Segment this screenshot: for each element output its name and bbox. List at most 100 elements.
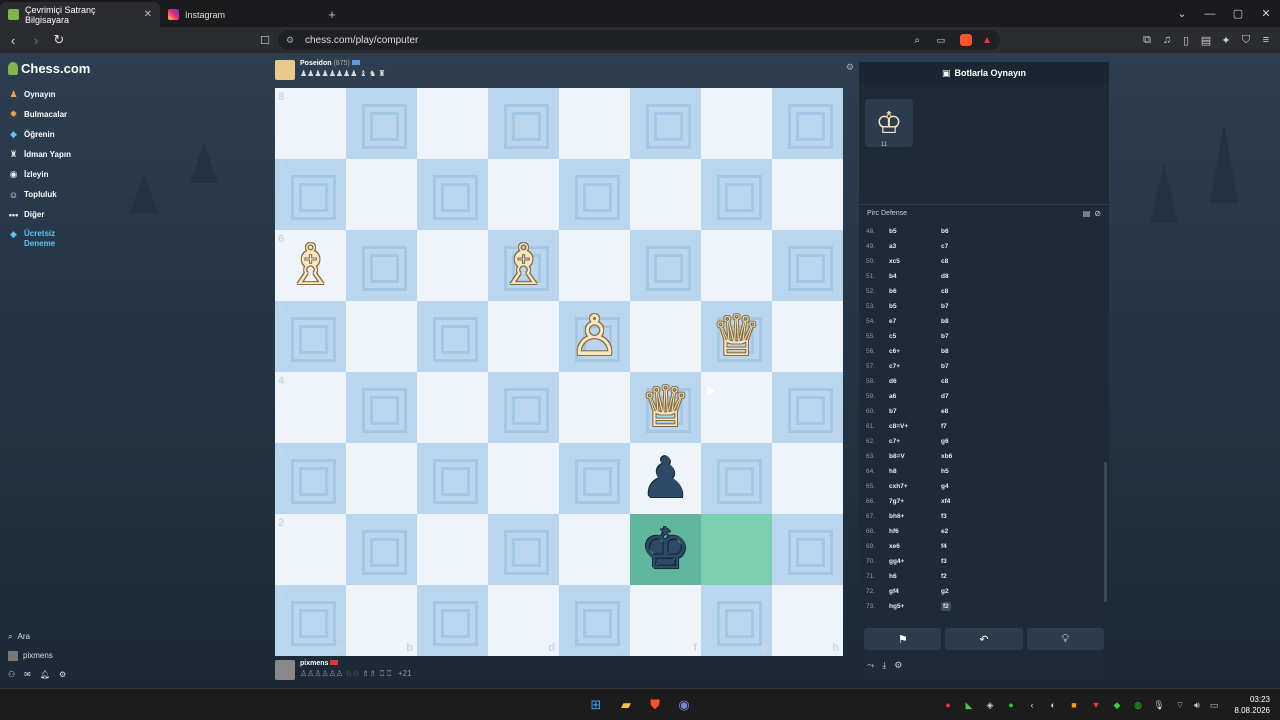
windows-start-icon[interactable]: ⊞ (587, 696, 605, 714)
white-move[interactable]: h8 (889, 468, 941, 475)
white-move[interactable]: gf4 (889, 588, 941, 595)
square-a4[interactable]: 4 (275, 372, 346, 443)
minimize-button[interactable]: — (1196, 0, 1224, 27)
square-d8[interactable] (488, 88, 559, 159)
square-c7[interactable] (417, 159, 488, 230)
sidebar-item-play[interactable]: ♟ Oynayın (8, 89, 55, 100)
black-move[interactable]: b7 (941, 303, 949, 310)
black-move[interactable]: d8 (941, 273, 949, 280)
tray-app-icon[interactable]: ● (1005, 699, 1017, 711)
square-h5[interactable] (772, 301, 843, 372)
black-move[interactable]: c8 (941, 258, 948, 265)
white-move[interactable]: hg5+ (889, 603, 941, 610)
sidebar-item-community[interactable]: ☺ Topluluk (8, 189, 57, 200)
square-h2[interactable] (772, 514, 843, 585)
black-move[interactable]: g4 (941, 483, 949, 490)
white-move[interactable]: d6 (889, 378, 941, 385)
square-a3[interactable]: 3 (275, 443, 346, 514)
opponent-avatar[interactable] (275, 60, 295, 80)
square-d5[interactable] (488, 301, 559, 372)
square-f6[interactable] (630, 230, 701, 301)
square-c5[interactable] (417, 301, 488, 372)
square-d7[interactable] (488, 159, 559, 230)
white-move[interactable]: 7g7+ (889, 498, 941, 505)
sidebar-item-learn[interactable]: ◆ Öğrenin (8, 129, 55, 140)
black-move[interactable]: b8 (941, 318, 949, 325)
sidebar-item-train[interactable]: ♜ İdman Yapın (8, 149, 71, 160)
discord-icon[interactable]: ◉ (675, 696, 693, 714)
settings-icon[interactable]: ⚙ (894, 660, 902, 671)
undo-button[interactable]: ↶ (945, 628, 1023, 650)
share-icon[interactable]: ⤳ (867, 660, 874, 671)
white-move[interactable]: b7 (889, 408, 941, 415)
square-b4[interactable] (346, 372, 417, 443)
square-g7[interactable] (701, 159, 772, 230)
square-f3[interactable]: ♟ (630, 443, 701, 514)
square-b6[interactable] (346, 230, 417, 301)
square-b5[interactable] (346, 301, 417, 372)
chess-piece[interactable]: ♕ (711, 308, 761, 365)
book-icon[interactable]: ▤ (1083, 209, 1091, 218)
bell-icon[interactable]: 🔔︎ (40, 670, 50, 679)
black-move[interactable]: b7 (941, 363, 949, 370)
sidebar-toggle-icon[interactable]: ▯ (1177, 31, 1195, 49)
white-move[interactable]: a3 (889, 243, 941, 250)
square-f8[interactable] (630, 88, 701, 159)
cast-icon[interactable]: ▭ (936, 35, 945, 46)
new-tab-button[interactable]: + (320, 2, 344, 27)
ai-icon[interactable]: ✦ (1217, 31, 1235, 49)
white-move[interactable]: c8=V+ (889, 423, 941, 430)
close-window-button[interactable]: ✕ (1252, 0, 1280, 27)
square-d3[interactable] (488, 443, 559, 514)
maximize-button[interactable]: ▢ (1224, 0, 1252, 27)
square-b8[interactable] (346, 88, 417, 159)
square-g6[interactable] (701, 230, 772, 301)
sidebar-item-puzzles[interactable]: ✹ Bulmacalar (8, 109, 67, 120)
tray-app-icon[interactable]: ◍ (1132, 699, 1144, 711)
black-move[interactable]: c7 (941, 243, 948, 250)
square-a5[interactable]: 5 (275, 301, 346, 372)
chess-piece[interactable]: ♗ (498, 237, 548, 294)
square-e6[interactable] (559, 230, 630, 301)
black-move[interactable]: f3 (941, 513, 947, 520)
opponent-name[interactable]: Poseidon (300, 60, 332, 67)
chess-piece[interactable]: ♕ (640, 379, 690, 436)
tray-app-icon[interactable]: ◆ (1111, 699, 1123, 711)
square-c1[interactable]: c (417, 585, 488, 656)
white-move[interactable]: bh6+ (889, 513, 941, 520)
square-a1[interactable]: 1a (275, 585, 346, 656)
sidebar-item-free-trial[interactable]: ◆ Ücretsiz Deneme (8, 229, 64, 249)
wifi-icon[interactable]: ⌔ (1174, 699, 1186, 711)
square-c2[interactable] (417, 514, 488, 585)
square-a2[interactable]: 2 (275, 514, 346, 585)
black-move[interactable]: f2 (941, 602, 951, 611)
back-button[interactable]: ‹ (3, 30, 23, 50)
square-c8[interactable] (417, 88, 488, 159)
chess-piece[interactable]: ♙ (569, 308, 619, 365)
brave-browser-icon[interactable]: ⛊ (646, 696, 664, 714)
download-icon[interactable]: ⤓ (882, 660, 886, 671)
square-d2[interactable] (488, 514, 559, 585)
hint-button[interactable]: 💡︎ (1026, 628, 1104, 650)
volume-icon[interactable]: 🔊︎ (1191, 699, 1203, 711)
square-g3[interactable] (701, 443, 772, 514)
chess-board[interactable]: 8 7 6 ♗ ♗ 5 ♙ ♕ 4 ♕ 3 ♟ 2 ♚ 1 a b c d e f g h (275, 88, 843, 656)
zoom-icon[interactable]: ⌕ (914, 35, 920, 46)
black-move[interactable]: d7 (941, 393, 949, 400)
tray-app-icon[interactable]: ‹ (1026, 699, 1038, 711)
battery-icon[interactable]: ▭ (1208, 699, 1220, 711)
square-e3[interactable] (559, 443, 630, 514)
white-move[interactable]: b4 (889, 273, 941, 280)
square-f7[interactable] (630, 159, 701, 230)
square-h1[interactable]: h (772, 585, 843, 656)
white-move[interactable]: xc5 (889, 258, 941, 265)
square-g2[interactable] (701, 514, 772, 585)
mail-icon[interactable]: ✉ (24, 670, 31, 679)
forward-button[interactable]: › (26, 30, 46, 50)
file-explorer-icon[interactable]: ▰ (617, 696, 635, 714)
black-move[interactable]: f3 (941, 558, 947, 565)
friends-icon[interactable]: ⚇ (8, 670, 15, 679)
black-move[interactable]: h5 (941, 468, 949, 475)
black-move[interactable]: g6 (941, 438, 949, 445)
black-move[interactable]: b7 (941, 333, 949, 340)
